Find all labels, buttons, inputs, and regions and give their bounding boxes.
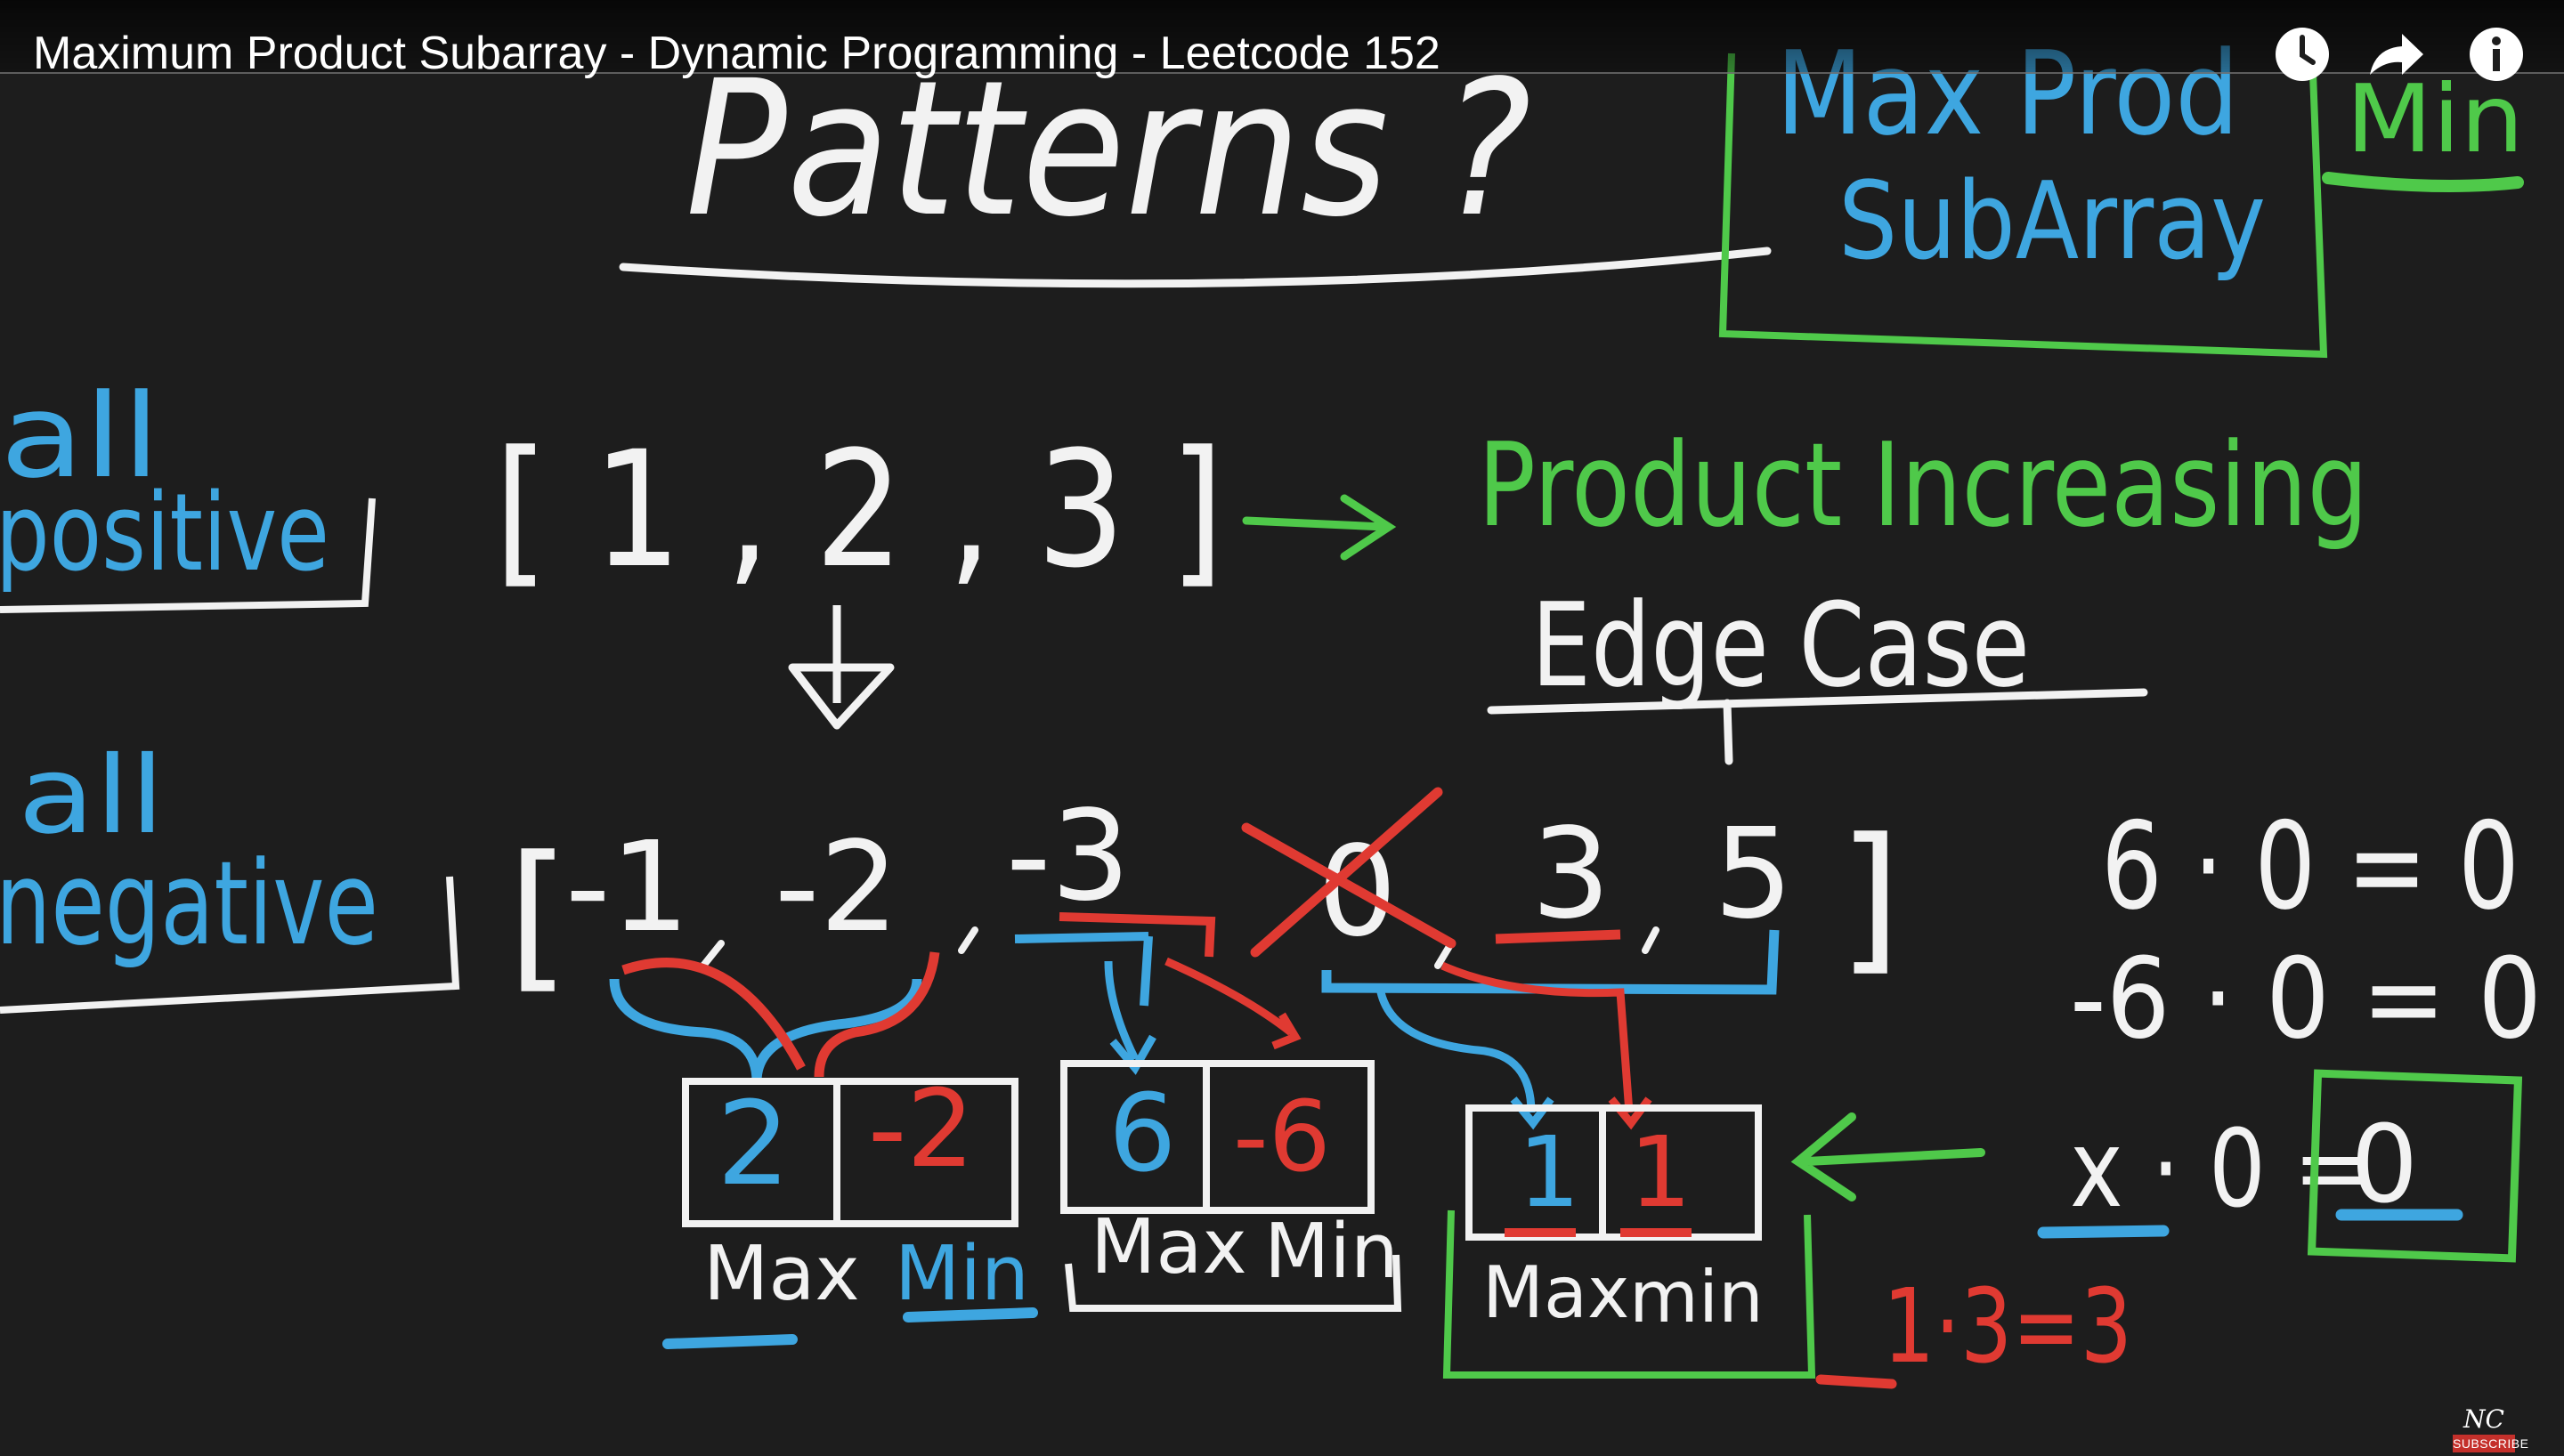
cell-1-min: -2	[868, 1068, 975, 1192]
cell-3-min-label: min	[1629, 1256, 1764, 1339]
video-title[interactable]: Maximum Product Subarray - Dynamic Progr…	[33, 26, 1440, 81]
neg-item-1: -2	[775, 815, 899, 960]
neg-item-2: -3	[1006, 784, 1131, 929]
channel-logo-mark: NC	[2463, 1404, 2504, 1434]
cell-2-max: 6	[1108, 1072, 1176, 1196]
box-title-line2: SubArray	[1838, 160, 2266, 284]
edge-case: Edge Case	[1531, 578, 2030, 713]
eq-4-red-mark	[1815, 1374, 1897, 1389]
watch-later-icon[interactable]	[2273, 25, 2332, 84]
cell-3-max: 1	[1518, 1115, 1580, 1229]
cell-2-max-label: Max	[1091, 1203, 1247, 1291]
whiteboard-canvas: Patterns ? Max Prod SubArray Min all pos…	[0, 0, 2564, 1456]
cell-1-max: 2	[717, 1076, 791, 1211]
neg-item-5: 5	[1714, 802, 1793, 947]
neg-array-close: ]	[1838, 805, 1901, 991]
share-icon[interactable]	[2366, 25, 2425, 84]
video-top-bar: Maximum Product Subarray - Dynamic Progr…	[0, 0, 2564, 81]
neg-item-4: 3	[1531, 802, 1611, 947]
channel-watermark[interactable]: NC SUBSCRIBE	[2453, 1404, 2528, 1456]
info-icon[interactable]	[2467, 25, 2526, 84]
cell-1-min-label: Min	[895, 1230, 1029, 1318]
cell-2-min-label: Min	[1264, 1208, 1399, 1296]
eq-1: 6 · 0 = 0	[2101, 797, 2519, 936]
product-increasing: Product Increasing	[1478, 417, 2368, 553]
eq-4: 1·3=3	[1883, 1267, 2132, 1387]
positive-array: [ 1 , 2 , 3 ]	[494, 417, 1224, 603]
eq-2: -6 · 0 = 0	[2070, 934, 2542, 1064]
eq-3-zero: 0	[2350, 1104, 2418, 1227]
red-underline-3	[1495, 929, 1621, 944]
eq-3-x: x · 0	[2070, 1108, 2266, 1232]
cell-1-max-label: Max	[703, 1230, 860, 1318]
cell-3-min: 1	[1629, 1115, 1692, 1229]
all-positive-line2: positive	[0, 472, 329, 595]
subscribe-badge[interactable]: SUBSCRIBE	[2453, 1435, 2528, 1452]
neg-item-0: -1	[565, 815, 690, 960]
cell-2-min: -6	[1233, 1080, 1331, 1193]
neg-array-open: [	[507, 822, 570, 1008]
all-negative-line2: negative	[0, 836, 378, 971]
cell-3-max-label: Max	[1482, 1251, 1629, 1334]
